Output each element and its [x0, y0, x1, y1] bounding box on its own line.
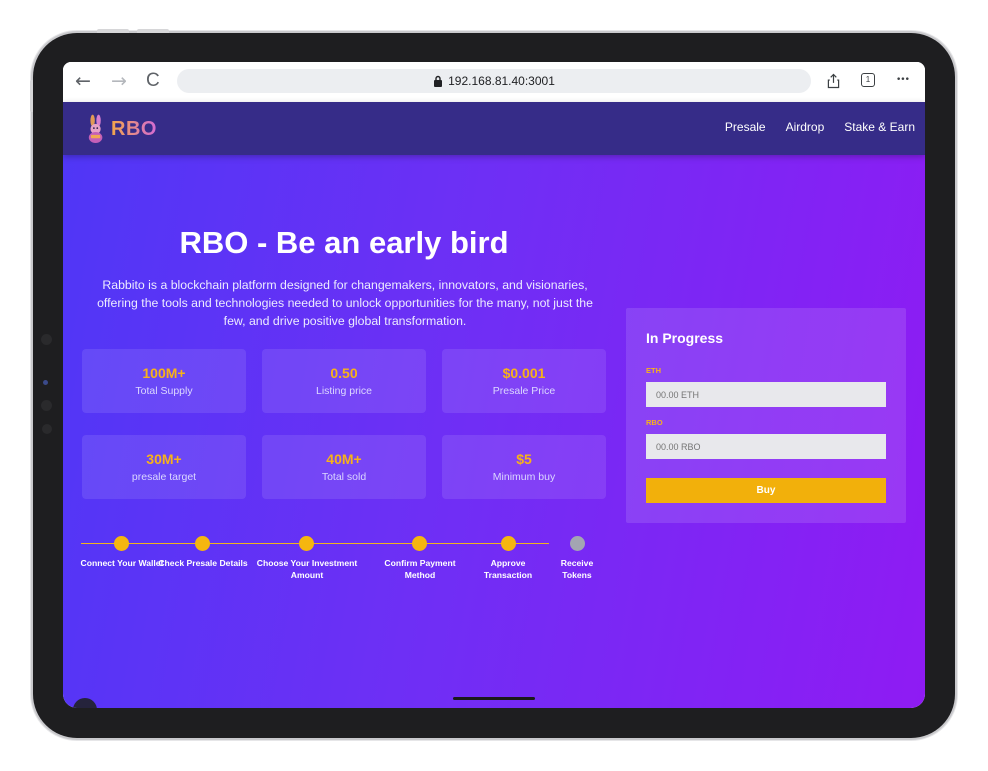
step-marker-receive-tokens [570, 536, 585, 551]
nav-link-presale[interactable]: Presale [725, 120, 766, 134]
step-label-approve-transaction: Approve Transaction [483, 558, 533, 580]
stat-card-listing-price: 0.50 Listing price [262, 349, 426, 413]
stat-card-minimum-buy: $5 Minimum buy [442, 435, 606, 499]
share-icon[interactable] [827, 73, 840, 89]
stat-value: $0.001 [502, 364, 546, 381]
forward-arrow-icon[interactable]: → [111, 70, 127, 92]
rbo-amount-input[interactable] [646, 434, 886, 459]
nav-link-stake-earn[interactable]: Stake & Earn [844, 120, 915, 134]
tablet-top-button-left [97, 29, 129, 33]
tablet-sensor-4 [42, 424, 52, 434]
tablet-top-button-right [137, 29, 169, 33]
stat-value: 40M+ [326, 450, 362, 467]
stat-card-presale-target: 30M+ presale target [82, 435, 246, 499]
hero-title: RBO - Be an early bird [179, 225, 509, 260]
brand-logo[interactable]: RBO [85, 112, 157, 146]
home-indicator [453, 697, 535, 700]
eth-amount-input[interactable] [646, 382, 886, 407]
steps-progress-line [81, 543, 549, 544]
stat-label: Minimum buy [492, 470, 556, 483]
step-marker-approve-transaction [501, 536, 516, 551]
back-arrow-icon[interactable]: ← [75, 70, 91, 92]
buy-button[interactable]: Buy [646, 478, 886, 503]
website-viewport: RBO Presale Airdrop Stake & Earn RBO - B… [63, 102, 925, 708]
eth-field-label: ETH [646, 366, 661, 375]
browser-toolbar: ← → C 192.168.81.40:3001 1 ••• [63, 62, 925, 102]
tablet-screen: ← → C 192.168.81.40:3001 1 ••• RBO Presa… [63, 62, 925, 708]
presale-card: In Progress ETH RBO Buy [626, 308, 906, 523]
rabbit-logo-icon [88, 114, 103, 143]
stat-value: $5 [516, 450, 532, 467]
tablet-sensor-3 [41, 400, 52, 411]
stat-label: Listing price [315, 384, 373, 397]
more-menu-icon[interactable]: ••• [896, 75, 910, 85]
step-marker-check-details [195, 536, 210, 551]
stat-card-total-supply: 100M+ Total Supply [82, 349, 246, 413]
address-url: 192.168.81.40:3001 [448, 74, 555, 88]
step-label-connect-wallet: Connect Your Wallet [80, 558, 164, 568]
step-marker-choose-amount [299, 536, 314, 551]
brand-name: RBO [111, 117, 157, 140]
step-label-check-details: Check Presale Details [158, 558, 248, 568]
presale-card-title: In Progress [646, 330, 724, 346]
stat-label: Total sold [321, 470, 367, 483]
stat-value: 30M+ [146, 450, 182, 467]
address-bar[interactable]: 192.168.81.40:3001 [177, 69, 811, 93]
rbo-field-label: RBO [646, 418, 663, 427]
stat-label: Total Supply [135, 384, 193, 397]
tablet-sensor-2 [43, 380, 48, 385]
step-label-confirm-payment: Confirm Payment Method [384, 558, 456, 580]
stat-label: presale target [131, 470, 197, 483]
stat-value: 100M+ [142, 364, 186, 381]
site-navbar: RBO Presale Airdrop Stake & Earn [63, 102, 925, 155]
stat-card-total-sold: 40M+ Total sold [262, 435, 426, 499]
nav-link-airdrop[interactable]: Airdrop [786, 120, 825, 134]
step-marker-confirm-payment [412, 536, 427, 551]
reload-icon[interactable]: C [146, 70, 160, 92]
hero-description: Rabbito is a blockchain platform designe… [97, 278, 593, 328]
tablet-side-button [30, 80, 33, 112]
step-label-receive-tokens: Receive Tokens [560, 558, 594, 580]
tablet-sensor-1 [41, 334, 52, 345]
step-marker-connect-wallet [114, 536, 129, 551]
stat-label: Presale Price [492, 384, 556, 397]
tabs-button[interactable]: 1 [861, 73, 875, 87]
chat-widget-icon[interactable] [73, 698, 97, 708]
stat-value: 0.50 [330, 364, 358, 381]
step-label-choose-amount: Choose Your Investment Amount [256, 558, 358, 580]
nav-menu: Presale Airdrop Stake & Earn [725, 120, 915, 134]
lock-icon [434, 75, 443, 87]
stat-card-presale-price: $0.001 Presale Price [442, 349, 606, 413]
